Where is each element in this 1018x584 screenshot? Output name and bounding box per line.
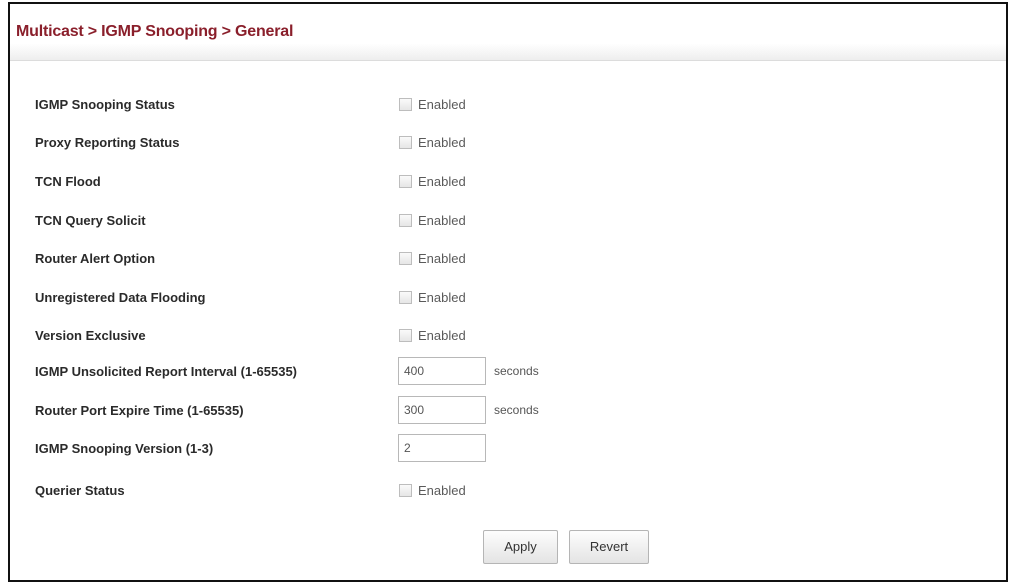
unregistered-data-flooding-enabled-label: Enabled [418,290,466,305]
tcn-query-solicit-label: TCN Query Solicit [35,213,146,228]
unregistered-data-flooding-label: Unregistered Data Flooding [35,290,206,305]
row-version-exclusive: Version Exclusive Enabled [10,321,1006,351]
proxy-reporting-status-control[interactable]: Enabled [399,135,466,150]
row-unregistered-data-flooding: Unregistered Data Flooding Enabled [10,283,1006,313]
version-exclusive-checkbox[interactable] [399,329,412,342]
tcn-query-solicit-control[interactable]: Enabled [399,213,466,228]
row-unsolicited-report-interval: IGMP Unsolicited Report Interval (1-6553… [10,357,1006,387]
igmp-snooping-status-enabled-label: Enabled [418,97,466,112]
router-port-expire-time-label: Router Port Expire Time (1-65535) [35,403,244,418]
version-exclusive-control[interactable]: Enabled [399,328,466,343]
version-exclusive-enabled-label: Enabled [418,328,466,343]
tcn-query-solicit-enabled-label: Enabled [418,213,466,228]
querier-status-label: Querier Status [35,483,125,498]
tcn-flood-enabled-label: Enabled [418,174,466,189]
querier-status-enabled-label: Enabled [418,483,466,498]
unsolicited-report-interval-input[interactable] [398,357,486,385]
tcn-query-solicit-checkbox[interactable] [399,214,412,227]
router-alert-option-label: Router Alert Option [35,251,156,266]
unsolicited-report-interval-label: IGMP Unsolicited Report Interval (1-6553… [35,364,297,379]
router-port-expire-time-unit: seconds [494,403,539,417]
row-igmp-snooping-version: IGMP Snooping Version (1-3) [10,434,1006,464]
router-alert-option-enabled-label: Enabled [418,251,466,266]
igmp-snooping-version-input[interactable] [398,434,486,462]
igmp-snooping-general-panel: Multicast > IGMP Snooping > General IGMP… [8,2,1008,582]
row-router-alert-option: Router Alert Option Enabled [10,244,1006,274]
unregistered-data-flooding-checkbox[interactable] [399,291,412,304]
querier-status-control[interactable]: Enabled [399,483,466,498]
proxy-reporting-status-label: Proxy Reporting Status [35,135,180,150]
tcn-flood-label: TCN Flood [35,174,101,189]
proxy-reporting-status-checkbox[interactable] [399,136,412,149]
querier-status-checkbox[interactable] [399,484,412,497]
row-tcn-flood: TCN Flood Enabled [10,167,1006,197]
apply-button[interactable]: Apply [483,530,558,564]
page-header: Multicast > IGMP Snooping > General [10,4,1006,61]
version-exclusive-label: Version Exclusive [35,328,146,343]
igmp-snooping-version-label: IGMP Snooping Version (1-3) [35,441,214,456]
tcn-flood-control[interactable]: Enabled [399,174,466,189]
unsolicited-report-interval-unit: seconds [494,364,539,378]
unregistered-data-flooding-control[interactable]: Enabled [399,290,466,305]
igmp-snooping-status-label: IGMP Snooping Status [35,97,175,112]
igmp-snooping-status-control[interactable]: Enabled [399,97,466,112]
row-proxy-reporting-status: Proxy Reporting Status Enabled [10,128,1006,158]
router-alert-option-control[interactable]: Enabled [399,251,466,266]
router-alert-option-checkbox[interactable] [399,252,412,265]
row-router-port-expire-time: Router Port Expire Time (1-65535) second… [10,396,1006,426]
row-tcn-query-solicit: TCN Query Solicit Enabled [10,206,1006,236]
tcn-flood-checkbox[interactable] [399,175,412,188]
row-igmp-snooping-status: IGMP Snooping Status Enabled [10,90,1006,120]
igmp-snooping-status-checkbox[interactable] [399,98,412,111]
revert-button[interactable]: Revert [569,530,649,564]
row-querier-status: Querier Status Enabled [10,476,1006,506]
proxy-reporting-status-enabled-label: Enabled [418,135,466,150]
router-port-expire-time-input[interactable] [398,396,486,424]
breadcrumb-title: Multicast > IGMP Snooping > General [16,23,294,40]
